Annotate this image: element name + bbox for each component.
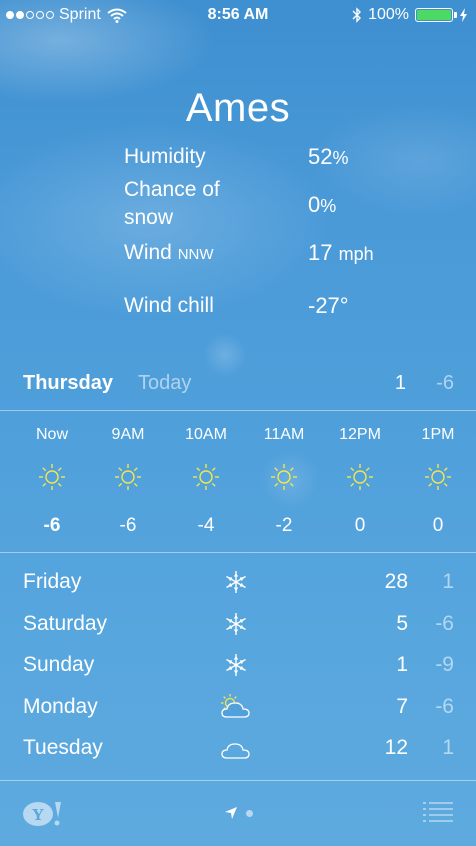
humidity-label: Humidity (124, 145, 206, 168)
hourly-time: 12PM (339, 426, 381, 443)
cloud-icon (218, 734, 254, 762)
daily-day: Sunday (23, 653, 95, 676)
hourly-temp: -6 (119, 515, 137, 536)
current-location-icon[interactable] (224, 806, 238, 820)
daily-high: 7 (396, 694, 408, 718)
battery-icon (415, 8, 457, 22)
battery-percent: 100% (368, 6, 409, 23)
hourly-time: 9AM (111, 426, 145, 443)
footer-toolbar: Y (0, 780, 476, 846)
hourly-temp: 0 (432, 515, 444, 536)
daily-day: Friday (23, 570, 82, 593)
partly-cloudy-icon (218, 693, 254, 721)
daily-row: Saturday 5 -6 (0, 604, 476, 644)
divider (0, 410, 476, 411)
hourly-time: 10AM (185, 426, 227, 443)
today-day: Thursday (23, 372, 114, 394)
daily-row: Tuesday 12 1 (0, 728, 476, 768)
wind-label: Wind NNW (124, 241, 214, 264)
daily-low: 1 (442, 570, 454, 593)
sun-icon (345, 462, 375, 492)
daily-day: Monday (23, 694, 98, 718)
daily-high: 1 (396, 653, 408, 676)
page-indicator-dot[interactable] (246, 810, 253, 817)
daily-low: -6 (435, 611, 454, 635)
sun-icon (269, 462, 299, 492)
snow-chance-value: 0% (308, 192, 337, 217)
daily-row: Monday 7 -6 (0, 687, 476, 727)
snowflake-icon (218, 568, 254, 596)
wind-chill-label: Wind chill (124, 294, 214, 317)
today-low: -6 (436, 372, 454, 394)
daily-high: 12 (384, 736, 408, 759)
daily-high: 28 (384, 570, 408, 593)
daily-low: 1 (442, 736, 454, 759)
status-bar: Sprint 8:56 AM 100% (0, 0, 476, 32)
daily-day: Saturday (23, 611, 108, 635)
wind-value: 17 mph (308, 240, 374, 265)
today-label: Today (138, 372, 192, 394)
hourly-forecast[interactable]: Now -6 9AM -6 10AM -4 11AM -2 12PM 0 1PM 0 (0, 412, 476, 552)
city-list-icon[interactable] (422, 800, 454, 824)
svg-text:Y: Y (32, 805, 44, 824)
hourly-temp: 0 (354, 515, 366, 536)
hourly-time: 11AM (263, 426, 305, 443)
today-summary: Thursday Today 1 -6 (0, 370, 476, 400)
charging-bolt-icon (460, 8, 467, 22)
snowflake-icon (218, 610, 254, 638)
hourly-time: 1PM (421, 426, 455, 443)
daily-high: 5 (396, 611, 408, 635)
daily-row: Friday 28 1 (0, 562, 476, 602)
hourly-temp: -2 (275, 515, 293, 536)
wind-chill-value: -27° (308, 293, 349, 318)
daily-low: -6 (435, 694, 454, 718)
daily-day: Tuesday (23, 736, 103, 759)
divider (0, 552, 476, 553)
sun-icon (423, 462, 453, 492)
sun-icon (191, 462, 221, 492)
humidity-value: 52% (308, 144, 349, 169)
daily-low: -9 (435, 653, 454, 676)
sun-icon (113, 462, 143, 492)
hourly-temp: -4 (197, 515, 215, 536)
yahoo-logo-icon[interactable]: Y (22, 800, 64, 828)
hourly-time: Now (35, 426, 68, 443)
wind-direction: NNW (177, 246, 214, 263)
today-high: 1 (394, 372, 406, 394)
sun-icon (37, 462, 67, 492)
daily-row: Sunday 1 -9 (0, 645, 476, 685)
snowflake-icon (218, 651, 254, 679)
snow-chance-label: Chance of snow (124, 178, 220, 229)
bluetooth-icon (352, 7, 362, 23)
city-name: Ames (185, 86, 291, 130)
hourly-temp: -6 (43, 515, 61, 536)
